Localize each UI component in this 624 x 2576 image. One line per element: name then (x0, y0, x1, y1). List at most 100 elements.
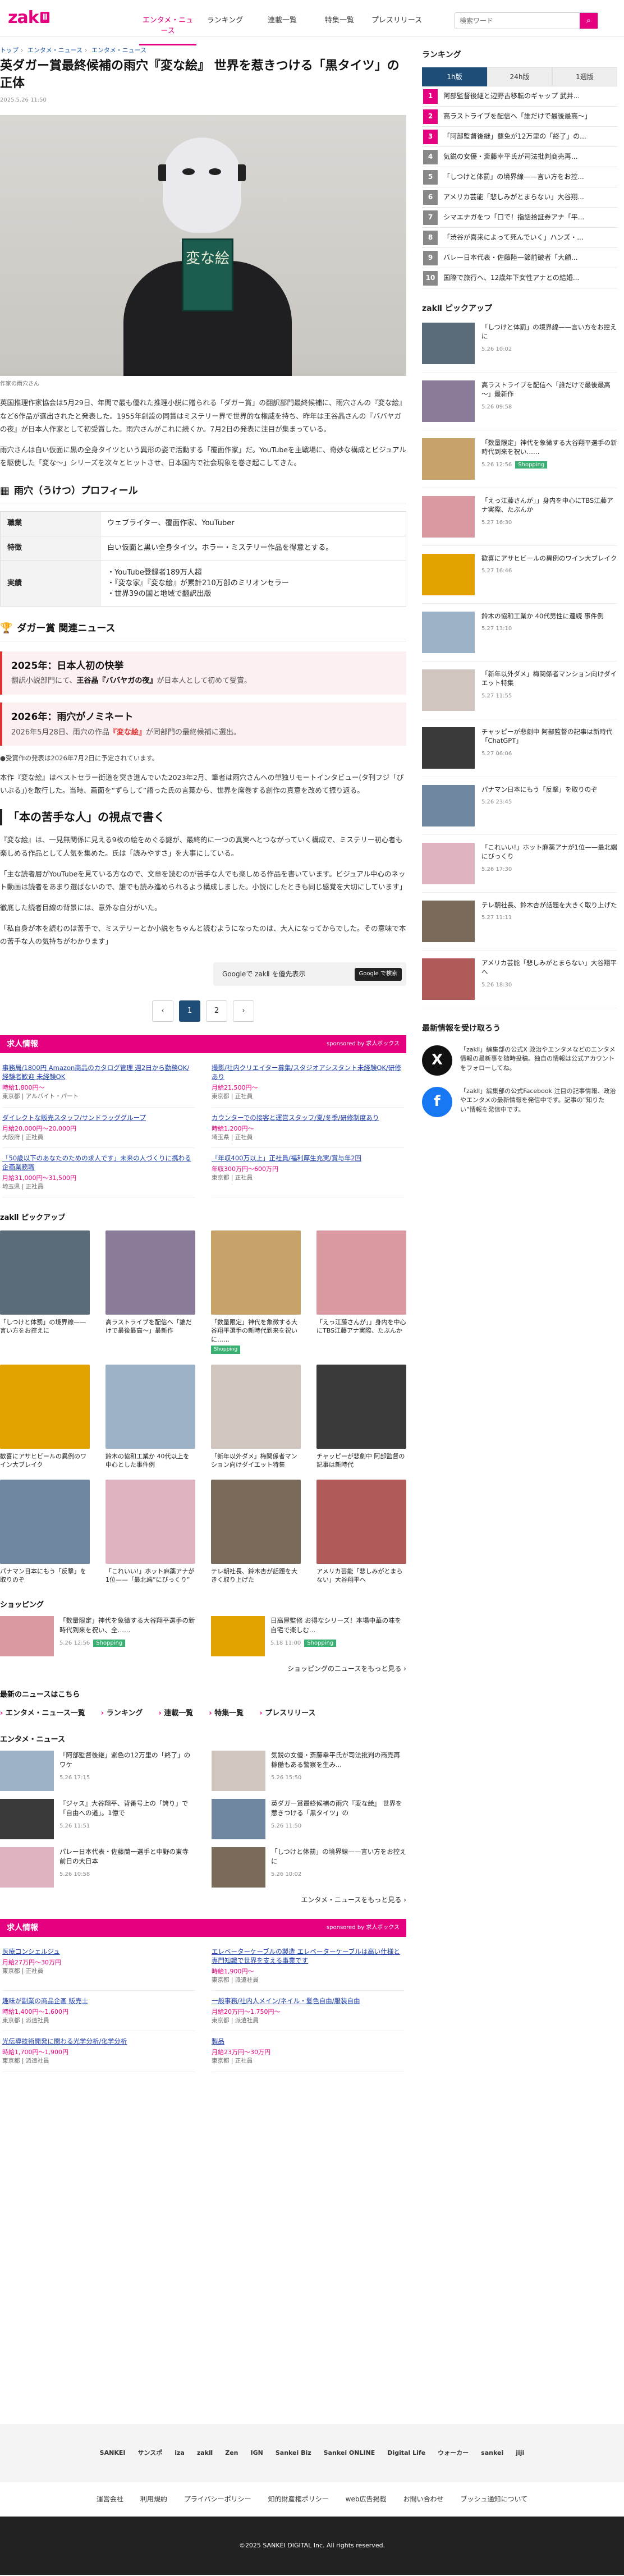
side-pickup-caption[interactable]: 「これいい!」ホット麻薬アナが1位——最北端にびっくり (481, 843, 617, 861)
pickup-thumbnail[interactable] (211, 1365, 301, 1449)
side-pickup-thumbnail[interactable] (422, 958, 475, 1000)
google-button[interactable]: Google で検索 (354, 968, 402, 981)
pickup-thumbnail[interactable] (0, 1365, 90, 1449)
pickup-caption[interactable]: 鈴木の協和工業か 40代以上を中心とした事件例 (105, 1452, 195, 1470)
side-pickup-item[interactable]: 「新年以外ダメ」梅関係者マンション向けダイエット特集 5.27 11:55 (422, 662, 617, 719)
job-item[interactable]: 撮影/社内クリエイター募集/スタジオアシスタント未経験OK/研修あり 月給21,5… (212, 1058, 404, 1108)
ent-caption[interactable]: 『ジャス』大谷翔平、背番号上の「誇り」で「自由への道」。1億で (59, 1799, 195, 1817)
ent-thumbnail[interactable] (0, 1751, 54, 1792)
side-pickup-item[interactable]: テレ朝社長、鈴木杏が話題を大きく取り上げた 5.27 11:11 (422, 893, 617, 950)
footer-link[interactable]: プライバシーポリシー (184, 2495, 251, 2504)
ent-caption[interactable]: 気鋭の女優・斎藤幸平氏が司法批判の商売再稼働もある警察を生み... (271, 1751, 406, 1769)
job-title[interactable]: エレベーターケーブルの製造 エレベーターケーブルは高い仕様と専門知識で世界を支え… (212, 1947, 404, 1965)
pickup-caption[interactable]: 「新年以外ダメ」梅関係者マンション向けダイエット特集 (211, 1452, 301, 1470)
side-pickup-caption[interactable]: 「新年以外ダメ」梅関係者マンション向けダイエット特集 (481, 669, 617, 688)
search-input[interactable] (455, 13, 580, 29)
ent-caption[interactable]: 英ダガー賞最終候補の雨穴『変な絵』 世界を惹きつける「黒タイツ」の (271, 1799, 406, 1817)
partner-logo[interactable]: IGN (251, 2449, 263, 2458)
pickup-card[interactable]: 「これいい!」ホット麻薬アナが1位——「最北端”にびっくり” (105, 1479, 195, 1585)
job-title[interactable]: 製品 (212, 2037, 404, 2046)
side-pickup-thumbnail[interactable] (422, 669, 475, 711)
pickup-caption[interactable]: アメリカ芸能「悲しみがとまらない」大谷翔平へ (316, 1567, 406, 1585)
job-item[interactable]: カウンターでの接客と運営スタッフ/夏/冬季/研修制度あり 時給1,200円〜 埼玉県… (212, 1108, 404, 1148)
partner-logo[interactable]: jiji (516, 2449, 524, 2458)
side-pickup-thumbnail[interactable] (422, 727, 475, 769)
side-pickup-caption[interactable]: テレ朝社長、鈴木杏が話題を大きく取り上げた (481, 901, 617, 910)
pickup-thumbnail[interactable] (316, 1479, 406, 1564)
pickup-thumbnail[interactable] (211, 1479, 301, 1564)
article-photo[interactable]: 変な絵 (0, 114, 406, 376)
partner-logo[interactable]: サンスポ (137, 2449, 162, 2458)
pickup-thumbnail[interactable] (0, 1479, 90, 1564)
pickup-thumbnail[interactable] (105, 1365, 195, 1449)
pickup-caption[interactable]: 「えっ江藤さんが」」身内を中心にTBS江藤アナ実際、たぶんか (316, 1318, 406, 1335)
pickup-card[interactable]: 鈴木の協和工業か 40代以上を中心とした事件例 (105, 1365, 195, 1470)
ent-item[interactable]: 気鋭の女優・斎藤幸平氏が司法批判の商売再稼働もある警察を生み... 5.26 15… (212, 1751, 406, 1792)
pickup-caption[interactable]: 「数量限定」神代を象徴する大谷翔平選手の新時代到来を祝いに…… (211, 1318, 301, 1344)
pickup-card[interactable]: アメリカ芸能「悲しみがとまらない」大谷翔平へ (316, 1479, 406, 1585)
side-pickup-item[interactable]: 「数量限定」神代を象徴する大谷翔平選手の新時代到来を祝い…… 5.26 12:56… (422, 430, 617, 488)
pickup-card[interactable]: 高ラストライブを配信へ「誰だけで最後最高～」最新作 (105, 1230, 195, 1354)
ent-thumbnail[interactable] (0, 1799, 54, 1840)
tab-1week[interactable]: 1週版 (552, 67, 617, 87)
side-pickup-caption[interactable]: アメリカ芸能「悲しみがとまらない」大谷翔平へ (481, 958, 617, 977)
ranking-item[interactable]: 10 国際で旅行へ、12歳年下女性アナとの結婚... (422, 268, 617, 289)
partner-logo[interactable]: Sankei ONLINE (324, 2449, 375, 2458)
tab-1h[interactable]: 1h版 (422, 67, 487, 87)
job-item[interactable]: ダイレクトな販売スタッフ/サンドラッググループ 月給20,000円〜20,000円… (2, 1108, 195, 1148)
job-item[interactable]: 趣味が副業の商品企画 販売士 時給1,400円〜1,600円 東京都 | 派遣社員 (2, 1991, 195, 2032)
job-title[interactable]: 医療コンシェルジュ (2, 1947, 195, 1956)
footer-link[interactable]: 知的財産権ポリシー (268, 2495, 329, 2504)
job-item[interactable]: 一般事務/社内人メイン/ネイル・髪色自由/服装自由 月給20万円〜1,750円〜東… (212, 1991, 404, 2032)
side-pickup-caption[interactable]: 「数量限定」神代を象徴する大谷翔平選手の新時代到来を祝い…… (481, 438, 617, 457)
side-pickup-item[interactable]: アメリカ芸能「悲しみがとまらない」大谷翔平へ 5.26 18:30 (422, 950, 617, 1008)
side-pickup-item[interactable]: 歓喜にアサヒビールの異例のワイン大ブレイク 5.27 16:46 (422, 546, 617, 604)
side-pickup-caption[interactable]: チャッピーが悲劇中 阿部監督の記事は新時代「ChatGPT」 (481, 727, 617, 746)
tab-24h[interactable]: 24h版 (487, 67, 552, 87)
partner-logo[interactable]: SANKEI (100, 2449, 126, 2458)
breadcrumb-entame-news[interactable]: エンタメ・ニュース (91, 47, 146, 54)
ent-item[interactable]: 英ダガー賞最終候補の雨穴『変な絵』 世界を惹きつける「黒タイツ」の 5.26 11… (212, 1799, 406, 1840)
ranking-item[interactable]: 6 アメリカ芸能「悲しみがとまらない」大谷翔... (422, 187, 617, 208)
ent-item[interactable]: 『ジャス』大谷翔平、背番号上の「誇り」で「自由への道」。1億で 5.26 11:5… (0, 1799, 195, 1840)
side-pickup-item[interactable]: チャッピーが悲劇中 阿部監督の記事は新時代「ChatGPT」 5.27 06:06 (422, 719, 617, 777)
pickup-card[interactable]: 「新年以外ダメ」梅関係者マンション向けダイエット特集 (211, 1365, 301, 1470)
shopping-item[interactable]: 日高屋監修 お得なシリーズ！本場中華の味を自宅で楽しむ… 5.18 11:00 Sh… (211, 1616, 406, 1657)
side-pickup-caption[interactable]: 歓喜にアサヒビールの異例のワイン大ブレイク (481, 554, 617, 563)
pickup-caption[interactable]: 高ラストライブを配信へ「誰だけで最後最高～」最新作 (105, 1318, 195, 1335)
ent-caption[interactable]: パレー日本代表・佐藤蘭一選手と中野の東寺前日の大日本 (59, 1847, 195, 1866)
pickup-thumbnail[interactable] (0, 1230, 90, 1315)
pager-prev[interactable]: ‹ (152, 1000, 173, 1022)
partner-logo[interactable]: iza (175, 2449, 185, 2458)
ent-thumbnail[interactable] (212, 1751, 265, 1792)
ranking-title-text[interactable]: 「渋谷が喜来によって死んでいく」ハンズ・... (443, 233, 584, 242)
job-title[interactable]: 趣味が副業の商品企画 販売士 (2, 1996, 195, 2005)
x-account[interactable]: X 「zakⅡ」編集部の公式X 政治やエンタメなどのエンタメ情報の最新事を随時投稿… (422, 1045, 617, 1076)
footer-link[interactable]: お問い合わせ (403, 2495, 443, 2504)
pickup-card[interactable]: 「しつけと体罰」の境界線——言い方をお控えに (0, 1230, 90, 1354)
side-pickup-item[interactable]: パナマン日本にもう「反撃」を取りのぞ 5.26 23:45 (422, 777, 617, 835)
ranking-title-text[interactable]: 阿部監督後継と辺野古移転のギャップ 武井... (443, 91, 580, 101)
pickup-card[interactable]: 歓喜にアサヒビールの異例のワイン大ブレイク (0, 1365, 90, 1470)
latest-link[interactable]: › プレスリリース (259, 1709, 315, 1719)
pickup-thumbnail[interactable] (316, 1365, 406, 1449)
job-title[interactable]: ダイレクトな販売スタッフ/サンドラッググループ (2, 1113, 195, 1122)
ranking-title-text[interactable]: シマエナガをつ「口で！指話拾証券アナ「平... (443, 213, 584, 222)
ranking-title-text[interactable]: 「しつけと体罰」の境界線——言い方をお控... (443, 172, 584, 182)
pickup-caption[interactable]: テレ朝社長、鈴木杏が話題を大きく取り上げた (211, 1567, 301, 1585)
side-pickup-item[interactable]: 「しつけと体罰」の境界線——言い方をお控えに 5.26 10:02 (422, 315, 617, 373)
footer-link[interactable]: 運営会社 (97, 2495, 123, 2504)
side-pickup-thumbnail[interactable] (422, 784, 475, 826)
ranking-title-text[interactable]: バレー日本代表・佐藤陸一節前破者「大顧... (443, 253, 577, 263)
site-logo[interactable]: zak Ⅱ (8, 6, 49, 30)
job-title[interactable]: 一般事務/社内人メイン/ネイル・髪色自由/服装自由 (212, 1996, 404, 2005)
ranking-title-text[interactable]: 「阿部監督後継」罷免が12万里の「終了」の... (443, 132, 586, 141)
facebook-account[interactable]: f 「zakⅡ」編集部の公式Facebook 注目の記事情報、政治やエンタメの最新… (422, 1086, 617, 1117)
ent-caption[interactable]: 「しつけと体罰」の境界線——言い方をお控えに (271, 1847, 406, 1866)
breadcrumb-top[interactable]: トップ (0, 47, 19, 54)
ranking-item[interactable]: 5 「しつけと体罰」の境界線——言い方をお控... (422, 167, 617, 188)
ent-item[interactable]: パレー日本代表・佐藤蘭一選手と中野の東寺前日の大日本 5.26 10:58 (0, 1847, 195, 1888)
shopping-caption[interactable]: 「数量限定」神代を象徴する大谷翔平選手の新時代到来を祝い、全…… (59, 1616, 195, 1634)
shopping-thumbnail[interactable] (211, 1616, 265, 1657)
latest-link[interactable]: › 連載一覧 (158, 1709, 193, 1719)
